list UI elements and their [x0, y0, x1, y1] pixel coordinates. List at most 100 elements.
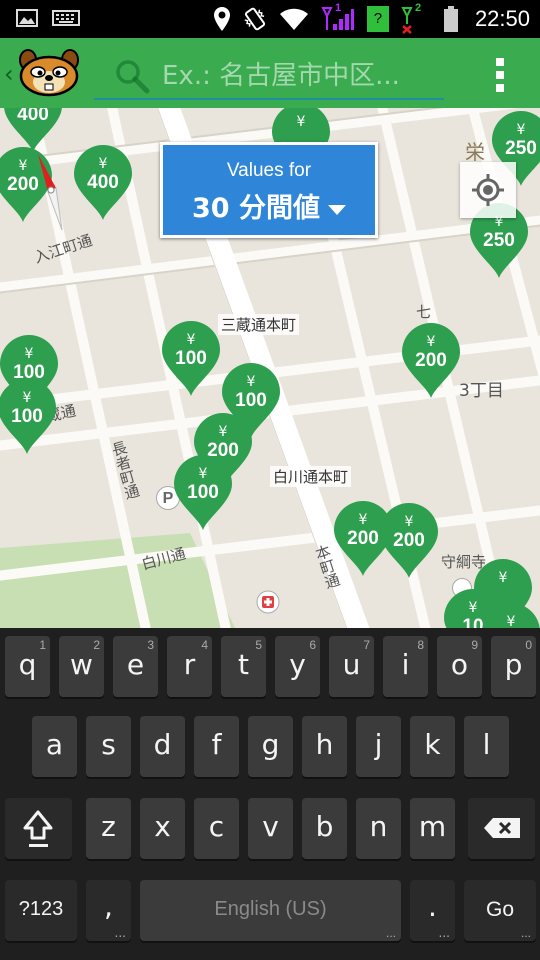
- pin-value: 400: [17, 108, 49, 125]
- key-label: a: [45, 728, 64, 761]
- signal-1-icon: 1: [321, 2, 355, 34]
- key-n[interactable]: n: [356, 798, 401, 859]
- sim-unknown-icon: ?: [366, 6, 389, 32]
- key-label: o: [450, 648, 469, 681]
- key-label: f: [211, 728, 222, 761]
- key-w[interactable]: 2w: [59, 636, 104, 697]
- key-p[interactable]: 0p: [491, 636, 536, 697]
- key-l[interactable]: l: [464, 716, 509, 777]
- key-h[interactable]: h: [302, 716, 347, 777]
- yen-symbol: ¥: [246, 374, 256, 390]
- search-box[interactable]: [94, 52, 444, 100]
- price-pin[interactable]: ¥200: [400, 322, 462, 400]
- pin-value: 400: [87, 172, 119, 193]
- key-o[interactable]: 9o: [437, 636, 482, 697]
- key-f[interactable]: f: [194, 716, 239, 777]
- key-label: English (US): [214, 898, 327, 920]
- price-pin[interactable]: ¥100: [160, 320, 222, 398]
- squirrel-logo[interactable]: [18, 48, 80, 98]
- key-label: c: [208, 810, 225, 843]
- key-d[interactable]: d: [140, 716, 185, 777]
- key-more-dots: ...: [114, 926, 126, 940]
- key-more-dots: ...: [438, 926, 450, 940]
- key-t[interactable]: 5t: [221, 636, 266, 697]
- my-location-icon: [472, 174, 504, 206]
- key-s[interactable]: s: [86, 716, 131, 777]
- price-pin[interactable]: ¥100: [0, 378, 58, 456]
- back-chevron-icon[interactable]: ‹: [4, 60, 14, 88]
- key-z[interactable]: z: [86, 798, 131, 859]
- sim2-label: 2: [414, 2, 422, 14]
- status-bar: 1 ? 2 22:50: [0, 0, 540, 38]
- comma-key[interactable]: ,...: [86, 880, 131, 941]
- yen-symbol: ¥: [22, 390, 32, 406]
- gallery-icon: [16, 9, 38, 27]
- key-m[interactable]: m: [410, 798, 455, 859]
- key-label: g: [261, 728, 280, 761]
- dropdown-arrow-icon: [327, 204, 346, 215]
- key-label: h: [315, 728, 334, 761]
- values-caption: Values for: [226, 160, 312, 181]
- key-b[interactable]: b: [302, 798, 347, 859]
- backspace-key[interactable]: [468, 798, 535, 859]
- key-label: q: [18, 648, 37, 681]
- key-v[interactable]: v: [248, 798, 293, 859]
- compass-icon[interactable]: [34, 152, 64, 232]
- pin-value: 100: [11, 406, 43, 427]
- map-label-3chome: 3丁目: [459, 381, 504, 401]
- key-k[interactable]: k: [410, 716, 455, 777]
- key-label: ?123: [18, 898, 64, 920]
- sim-unknown-label: ?: [373, 10, 383, 27]
- key-g[interactable]: g: [248, 716, 293, 777]
- map-label-sakae: 栄: [465, 140, 485, 164]
- key-label: y: [289, 648, 306, 681]
- map-label-shichi: 七: [414, 304, 432, 319]
- key-j[interactable]: j: [356, 716, 401, 777]
- key-label: t: [238, 648, 249, 681]
- key-r[interactable]: 4r: [167, 636, 212, 697]
- key-i[interactable]: 8i: [383, 636, 428, 697]
- key-label: e: [126, 648, 145, 681]
- yen-symbol: ¥: [24, 346, 34, 362]
- period-key[interactable]: ....: [410, 880, 455, 941]
- key-label: n: [369, 810, 388, 843]
- map-label-shirakawa-hon: 白川通本町: [270, 466, 352, 487]
- price-pin[interactable]: ¥: [480, 602, 540, 628]
- space-key[interactable]: English (US)...: [140, 880, 401, 941]
- symbols-key[interactable]: ?123: [5, 880, 77, 941]
- key-label: i: [401, 648, 410, 681]
- keyboard-icon: [52, 10, 80, 26]
- yen-symbol: ¥: [506, 614, 516, 628]
- key-q[interactable]: 1q: [5, 636, 50, 697]
- go-key[interactable]: Go...: [464, 880, 536, 941]
- price-pin[interactable]: ¥100: [172, 454, 234, 532]
- battery-icon: [443, 6, 458, 32]
- key-more-dots: ...: [385, 926, 396, 940]
- pin-value: 250: [483, 230, 515, 251]
- my-location-button[interactable]: [460, 162, 516, 218]
- key-u[interactable]: 7u: [329, 636, 374, 697]
- key-label: x: [154, 810, 171, 843]
- pin-value: 100: [235, 390, 267, 411]
- yen-symbol: ¥: [98, 156, 108, 172]
- key-a[interactable]: a: [32, 716, 77, 777]
- yen-symbol: ¥: [296, 114, 306, 130]
- price-pin[interactable]: ¥200: [378, 502, 440, 580]
- wifi-icon: [279, 8, 308, 30]
- key-c[interactable]: c: [194, 798, 239, 859]
- shift-key[interactable]: [5, 798, 72, 859]
- pin-value: 200: [393, 530, 425, 551]
- signal-2-no-service-icon: 2: [401, 2, 431, 34]
- sim1-label: 1: [334, 2, 342, 14]
- map-view[interactable]: 入江町通 三蔵通本町 三蔵通 長者町通 白川通本町 白川通 本町通 3丁目 守綱…: [0, 108, 540, 628]
- overflow-menu-icon[interactable]: [490, 58, 510, 92]
- search-input[interactable]: [162, 58, 442, 94]
- values-selector[interactable]: Values for 30 分間値: [160, 142, 378, 238]
- price-pin[interactable]: ¥400: [72, 144, 134, 222]
- pin-value: 100: [175, 348, 207, 369]
- key-e[interactable]: 3e: [113, 636, 158, 697]
- key-label: u: [342, 648, 361, 681]
- key-y[interactable]: 6y: [275, 636, 320, 697]
- key-x[interactable]: x: [140, 798, 185, 859]
- key-label: z: [101, 810, 116, 843]
